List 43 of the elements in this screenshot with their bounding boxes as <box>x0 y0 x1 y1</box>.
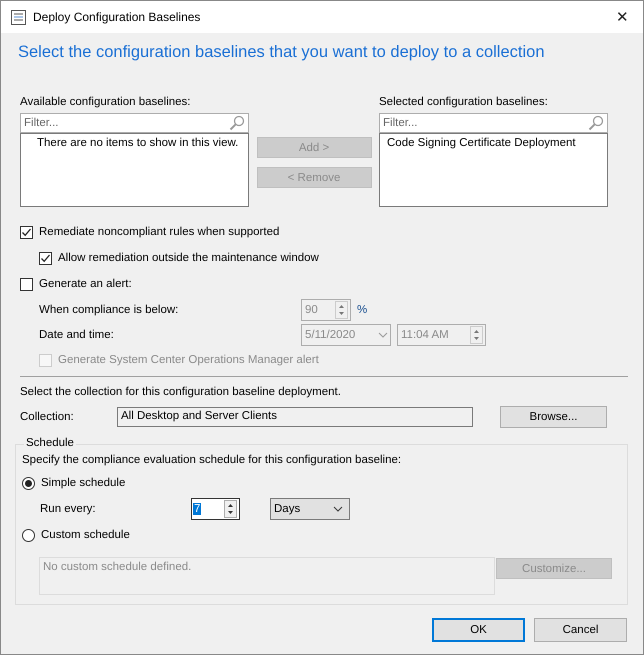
percent-sign: % <box>357 304 368 316</box>
checkbox[interactable] <box>39 252 52 264</box>
checkbox-label: Allow remediation outside the maintenance window <box>58 252 319 264</box>
search-icon <box>229 115 245 131</box>
filter-field[interactable]: Filter... <box>20 113 249 133</box>
filter-field[interactable]: Filter... <box>379 113 608 133</box>
radio-label: Custom schedule <box>41 529 130 541</box>
search-icon <box>588 115 604 131</box>
custom-schedule-text: No custom schedule defined. <box>43 561 192 573</box>
field-label: Collection: <box>20 411 75 423</box>
browse-button[interactable]: Browse... <box>500 406 607 428</box>
collection-instruction: Select the collection for this configuration baseline deployment. <box>20 386 342 400</box>
unit-dropdown[interactable]: Days <box>270 498 350 520</box>
empty-message: There are no items to show in this view. <box>36 137 240 149</box>
radio-label: Simple schedule <box>41 477 126 489</box>
field-label: Date and time: <box>39 328 115 340</box>
spinner-arrows-icon <box>470 326 483 344</box>
close-button[interactable]: ✕ <box>610 8 635 26</box>
schedule-instruction: Specify the compliance evaluation schedule for this configuration baseline: <box>22 454 402 468</box>
spinner-arrows-icon <box>335 300 348 318</box>
field-label: When compliance is below: <box>39 304 180 316</box>
radio-button[interactable] <box>22 528 35 542</box>
dialog-button[interactable]: Cancel <box>534 618 627 642</box>
checkbox-label: Generate an alert: <box>39 278 132 290</box>
collection-field: All Desktop and Server Clients <box>117 407 473 427</box>
dialog-button[interactable]: OK <box>432 618 525 642</box>
checkbox[interactable] <box>20 226 33 238</box>
group-title: Schedule <box>24 437 76 449</box>
window-title: Deploy Configuration Baselines <box>33 10 202 24</box>
interval-spinner[interactable]: 7 <box>191 498 240 520</box>
spinner-arrows-icon <box>224 500 237 518</box>
chevron-down-icon <box>333 506 343 512</box>
list-label: Available configuration baselines: <box>20 95 192 110</box>
radio-button[interactable] <box>22 476 35 490</box>
list-item[interactable]: Code Signing Certificate Deployment <box>386 137 601 149</box>
window-icon <box>11 10 26 24</box>
field-label: Run every: <box>40 503 97 515</box>
checkbox-label: Generate System Center Operations Manager alert <box>58 354 319 366</box>
list-label: Selected configuration baselines: <box>379 95 549 110</box>
chevron-down-icon <box>378 332 388 338</box>
checkbox[interactable] <box>20 278 33 290</box>
checkbox-label: Remediate noncompliant rules when supported <box>39 226 280 238</box>
dialog-heading: Select the configuration baselines that you want to deploy to a collection <box>18 43 546 63</box>
